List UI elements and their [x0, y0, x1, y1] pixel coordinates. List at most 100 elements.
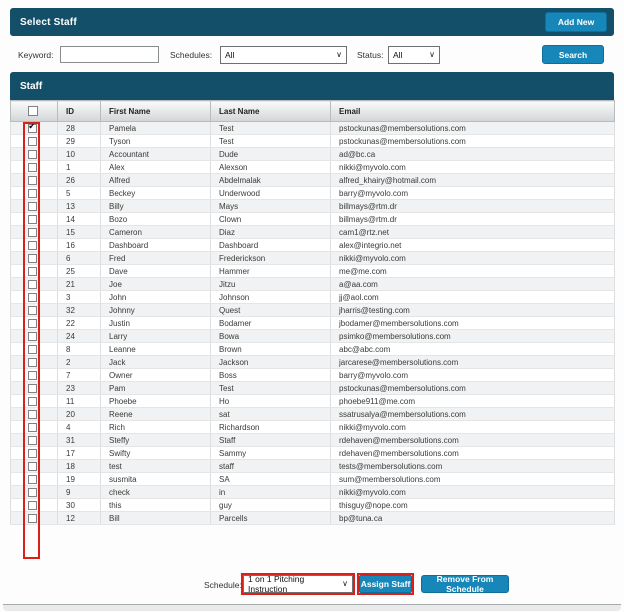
cell-email: jj@aol.com — [331, 291, 615, 304]
row-checkbox[interactable] — [28, 293, 37, 302]
row-checkbox[interactable] — [28, 397, 37, 406]
cell-last-name: Abdelmalak — [211, 174, 331, 187]
row-checkbox-cell — [11, 499, 58, 512]
cell-last-name: Hammer — [211, 265, 331, 278]
keyword-input[interactable] — [60, 46, 159, 63]
row-checkbox-cell — [11, 356, 58, 369]
cell-email: nikki@myvolo.com — [331, 421, 615, 434]
row-checkbox[interactable] — [28, 475, 37, 484]
cell-first-name: Fred — [101, 252, 211, 265]
cell-last-name: Richardson — [211, 421, 331, 434]
table-row: 26AlfredAbdelmalakalfred_khairy@hotmail.… — [11, 174, 615, 187]
row-checkbox[interactable] — [28, 410, 37, 419]
row-checkbox[interactable] — [28, 358, 37, 367]
table-row: 30thisguythisguy@nope.com — [11, 499, 615, 512]
cell-email: pstockunas@membersolutions.com — [331, 122, 615, 135]
cell-email: alex@integrio.net — [331, 239, 615, 252]
row-checkbox[interactable] — [28, 189, 37, 198]
cell-email: nikki@myvolo.com — [331, 252, 615, 265]
row-checkbox[interactable] — [28, 436, 37, 445]
cell-id: 32 — [58, 304, 101, 317]
row-checkbox[interactable] — [28, 371, 37, 380]
cell-last-name: Boss — [211, 369, 331, 382]
cell-id: 16 — [58, 239, 101, 252]
cell-first-name: Larry — [101, 330, 211, 343]
row-checkbox[interactable] — [28, 514, 37, 523]
table-row: 5BeckeyUnderwoodbarry@myvolo.com — [11, 187, 615, 200]
row-checkbox-cell — [11, 421, 58, 434]
cell-id: 25 — [58, 265, 101, 278]
select-all-checkbox[interactable] — [28, 106, 38, 116]
footer-controls: Schedule: 1 on 1 Pitching Instruction ∨ … — [0, 570, 624, 600]
cell-last-name: Test — [211, 135, 331, 148]
row-checkbox[interactable] — [28, 202, 37, 211]
row-checkbox[interactable] — [28, 150, 37, 159]
cell-email: a@aa.com — [331, 278, 615, 291]
row-checkbox-cell — [11, 486, 58, 499]
row-checkbox-cell — [11, 278, 58, 291]
cell-first-name: Dave — [101, 265, 211, 278]
add-new-button[interactable]: Add New — [545, 12, 607, 32]
cell-id: 22 — [58, 317, 101, 330]
table-row: 22JustinBodamerjbodamer@membersolutions.… — [11, 317, 615, 330]
row-checkbox[interactable] — [28, 462, 37, 471]
cell-email: barry@myvolo.com — [331, 369, 615, 382]
row-checkbox[interactable] — [28, 267, 37, 276]
row-checkbox[interactable] — [28, 345, 37, 354]
cell-id: 21 — [58, 278, 101, 291]
row-checkbox-cell — [11, 343, 58, 356]
row-checkbox[interactable] — [28, 137, 37, 146]
schedules-label: Schedules: — [170, 50, 212, 60]
row-checkbox[interactable] — [28, 423, 37, 432]
row-checkbox[interactable] — [28, 488, 37, 497]
table-row: 25DaveHammerme@me.com — [11, 265, 615, 278]
cell-email: sum@membersolutions.com — [331, 473, 615, 486]
row-checkbox[interactable] — [28, 215, 37, 224]
table-row: 18teststafftests@membersolutions.com — [11, 460, 615, 473]
row-checkbox[interactable] — [28, 228, 37, 237]
table-row: 12BillParcellsbp@tuna.ca — [11, 512, 615, 525]
cell-last-name: Jitzu — [211, 278, 331, 291]
row-checkbox[interactable] — [28, 254, 37, 263]
cell-id: 30 — [58, 499, 101, 512]
cell-id: 26 — [58, 174, 101, 187]
row-checkbox-cell — [11, 369, 58, 382]
row-checkbox[interactable] — [28, 501, 37, 510]
row-checkbox[interactable] — [28, 449, 37, 458]
table-row: 20Reenesatssatrusalya@membersolutions.co… — [11, 408, 615, 421]
assign-staff-button[interactable]: Assign Staff — [359, 575, 412, 593]
remove-from-schedule-button[interactable]: Remove From Schedule — [421, 575, 509, 593]
cell-first-name: Beckey — [101, 187, 211, 200]
cell-first-name: Bozo — [101, 213, 211, 226]
row-checkbox-cell — [11, 174, 58, 187]
status-select[interactable]: All ∨ — [388, 46, 440, 64]
cell-id: 18 — [58, 460, 101, 473]
cell-first-name: Alex — [101, 161, 211, 174]
row-checkbox-cell — [11, 239, 58, 252]
cell-id: 28 — [58, 122, 101, 135]
schedule-select[interactable]: 1 on 1 Pitching Instruction ∨ — [243, 575, 353, 593]
row-checkbox[interactable] — [28, 306, 37, 315]
row-checkbox[interactable] — [28, 319, 37, 328]
cell-last-name: sat — [211, 408, 331, 421]
cell-last-name: Dude — [211, 148, 331, 161]
row-checkbox[interactable] — [28, 241, 37, 250]
row-checkbox-cell — [11, 200, 58, 213]
schedule-select-annotation: 1 on 1 Pitching Instruction ∨ — [241, 573, 355, 595]
cell-last-name: Underwood — [211, 187, 331, 200]
row-checkbox[interactable] — [28, 332, 37, 341]
row-checkbox[interactable]: ✓ — [28, 124, 37, 133]
cell-id: 6 — [58, 252, 101, 265]
cell-last-name: Sammy — [211, 447, 331, 460]
staff-section-title: Staff — [10, 81, 42, 92]
row-checkbox-cell — [11, 213, 58, 226]
row-checkbox[interactable] — [28, 163, 37, 172]
search-button[interactable]: Search — [542, 45, 604, 64]
row-checkbox[interactable] — [28, 176, 37, 185]
cell-first-name: Rich — [101, 421, 211, 434]
row-checkbox[interactable] — [28, 384, 37, 393]
schedules-select[interactable]: All ∨ — [220, 46, 347, 64]
cell-id: 15 — [58, 226, 101, 239]
row-checkbox[interactable] — [28, 280, 37, 289]
cell-id: 14 — [58, 213, 101, 226]
